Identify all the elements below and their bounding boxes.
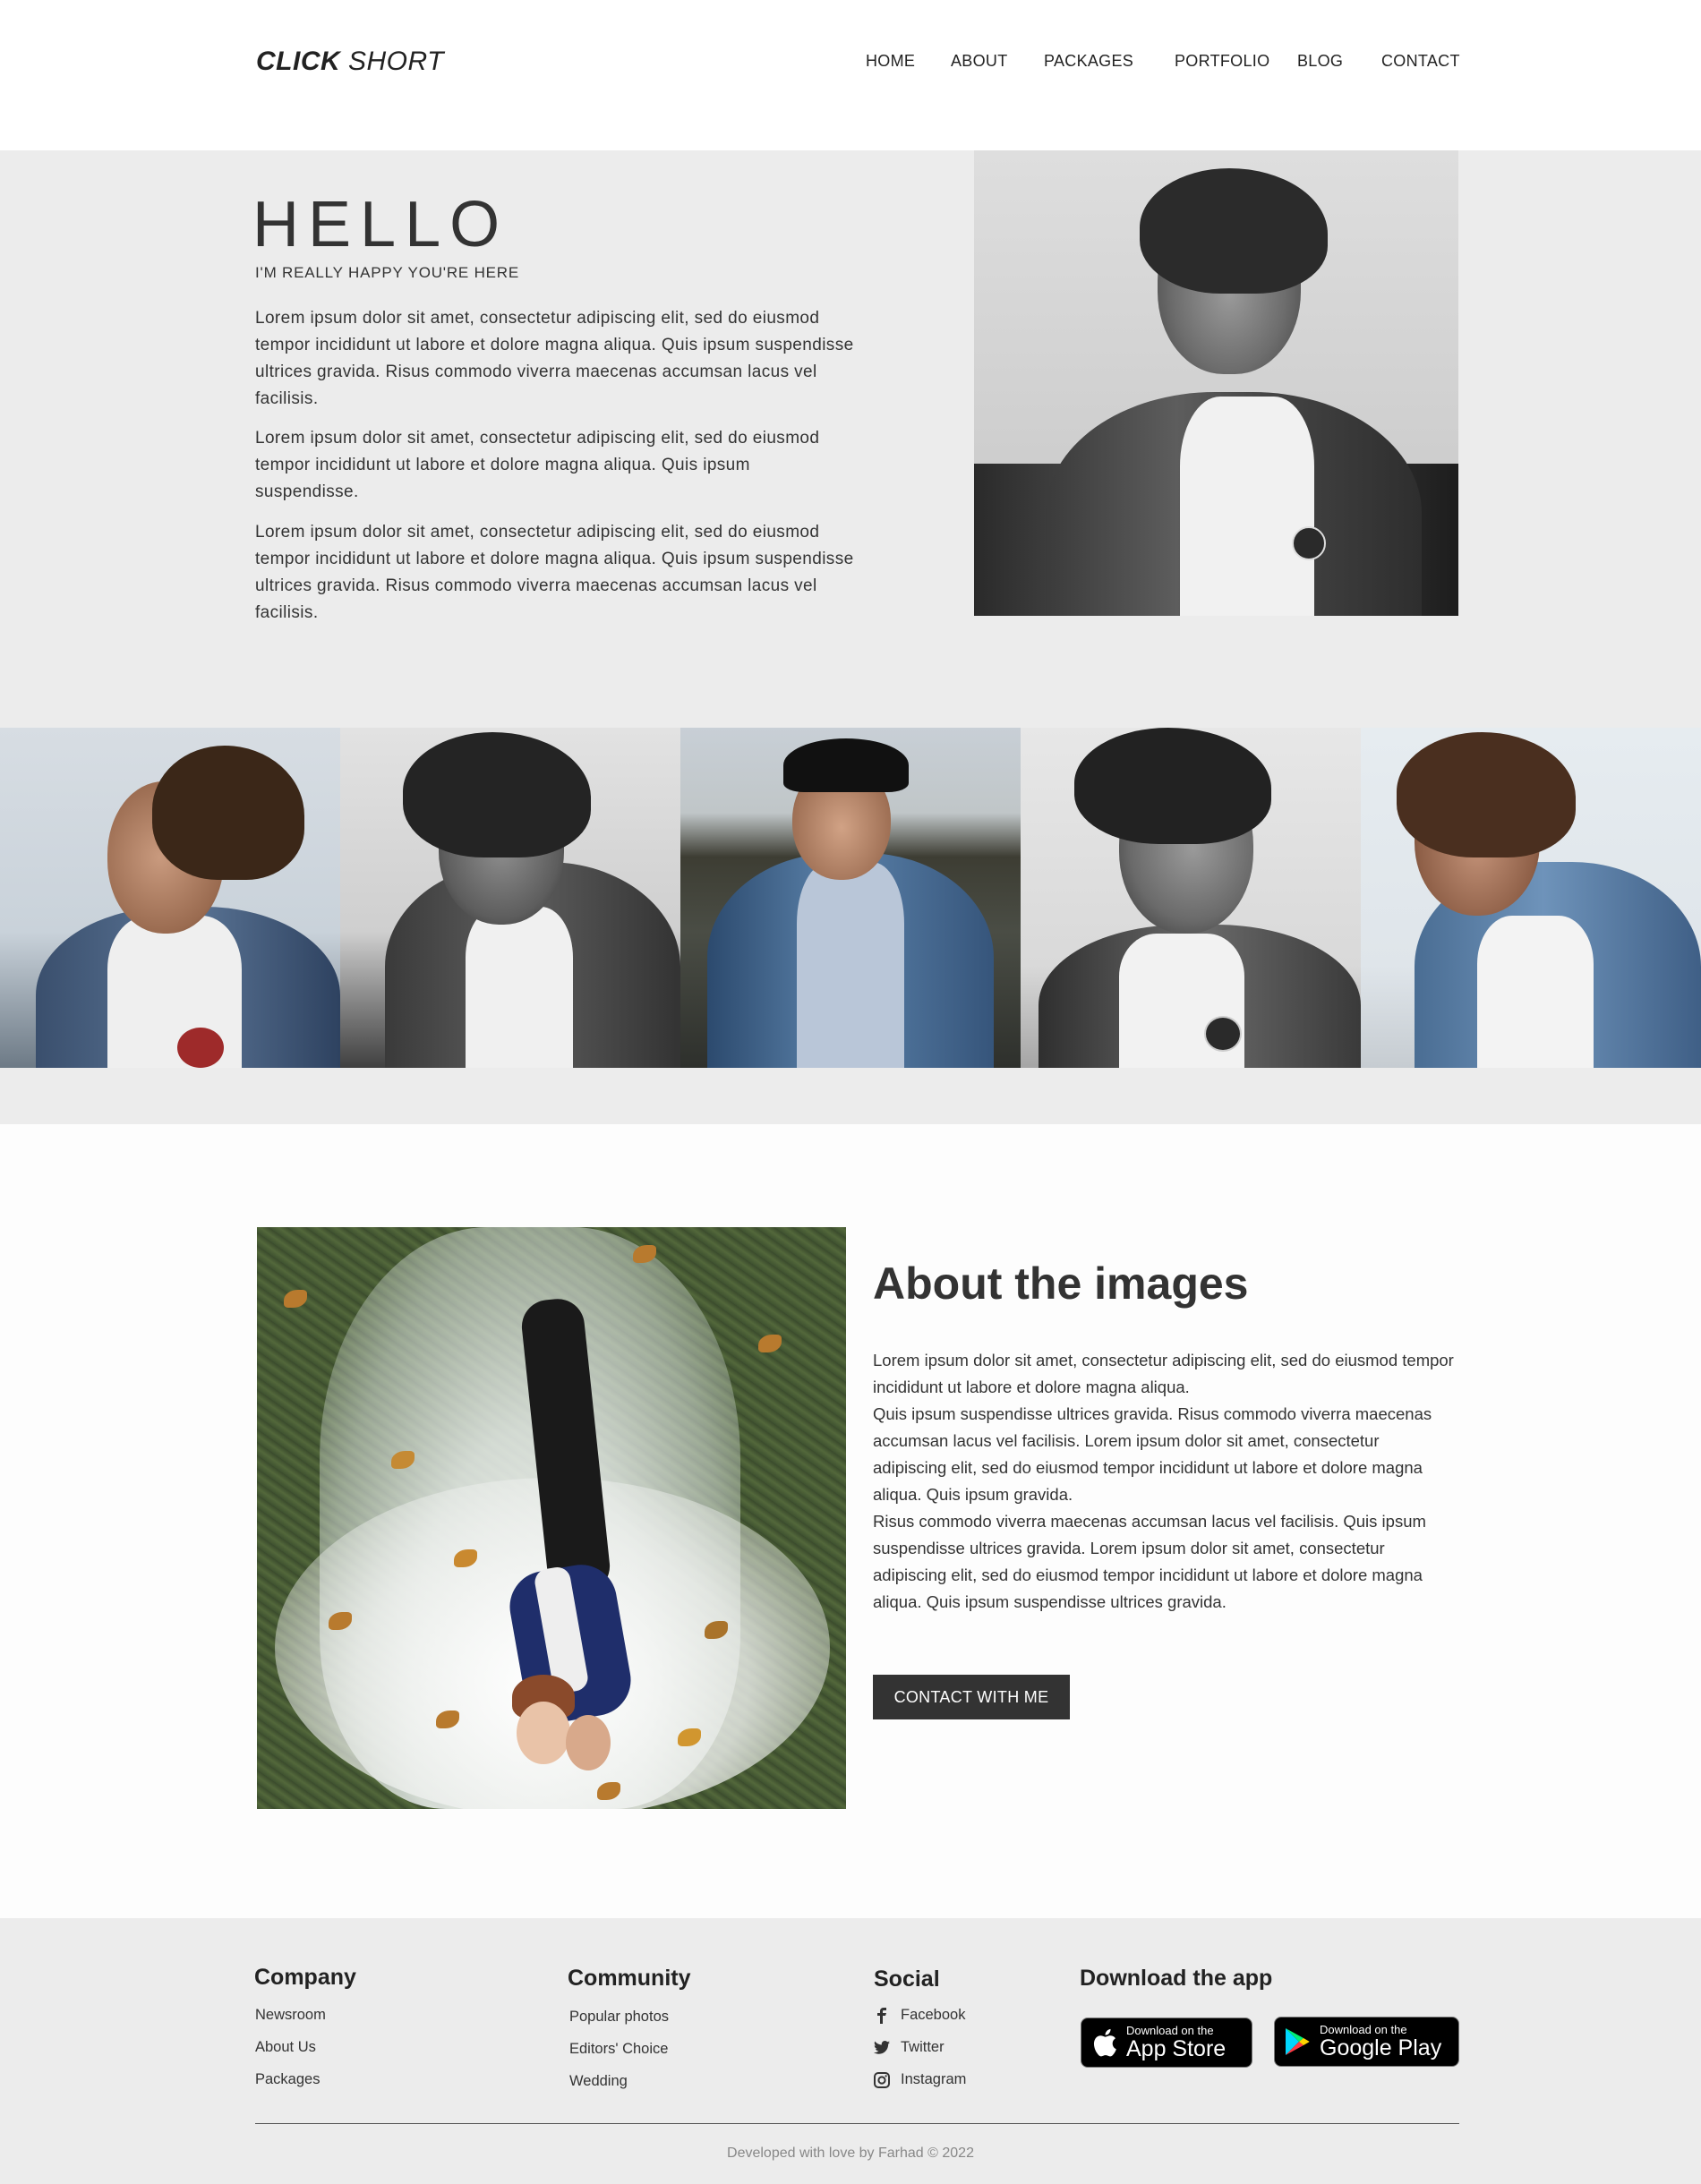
footer-link-newsroom[interactable]: Newsroom [255, 2007, 326, 2024]
hero-paragraph-1: Lorem ipsum dolor sit amet, consectetur … [255, 309, 854, 408]
hero-title: HELLO [252, 189, 509, 260]
footer-link-about-us[interactable]: About Us [255, 2039, 316, 2056]
app-store-big-text: App Store [1126, 2036, 1227, 2061]
hero-paragraph-3: Lorem ipsum dolor sit amet, consectetur … [255, 523, 854, 622]
footer-company-heading: Company [254, 1965, 356, 1990]
nav-blog[interactable]: BLOG [1297, 52, 1343, 71]
wedding-photo [257, 1227, 846, 1809]
footer-link-facebook[interactable]: Facebook [874, 2007, 965, 2024]
hero-portrait-photo [974, 150, 1458, 616]
nav-about[interactable]: ABOUT [951, 52, 1008, 71]
about-paragraph-2: Quis ipsum suspendisse ultrices gravida.… [873, 1404, 1432, 1504]
strip-photo-1[interactable] [0, 728, 340, 1068]
nav-contact[interactable]: CONTACT [1381, 52, 1460, 71]
photo-strip [0, 728, 1701, 1068]
apple-icon [1092, 2028, 1117, 2057]
about-paragraph-1: Lorem ipsum dolor sit amet, consectetur … [873, 1351, 1454, 1396]
footer-divider [255, 2123, 1459, 2124]
footer-link-editors-choice[interactable]: Editors' Choice [569, 2041, 668, 2058]
google-play-small-text: Download on the [1320, 2023, 1407, 2036]
footer-credit: Developed with love by Farhad © 2022 [727, 2146, 974, 2161]
instagram-label: Instagram [901, 2071, 967, 2087]
strip-photo-5[interactable] [1361, 728, 1701, 1068]
nav-portfolio[interactable]: PORTFOLIO [1175, 52, 1269, 71]
contact-button[interactable]: CONTACT WITH ME [873, 1675, 1070, 1719]
google-play-icon [1284, 2027, 1311, 2056]
app-store-button[interactable]: Download on the App Store [1081, 2018, 1252, 2068]
google-play-button[interactable]: Download on the Google Play [1274, 2017, 1459, 2067]
footer-app-heading: Download the app [1080, 1966, 1273, 1991]
nav-packages[interactable]: PACKAGES [1044, 52, 1133, 71]
footer-social-heading: Social [874, 1966, 940, 1992]
footer-link-popular-photos[interactable]: Popular photos [569, 2009, 669, 2026]
twitter-icon [874, 2040, 890, 2056]
about-title: About the images [873, 1258, 1249, 1309]
about-text: Lorem ipsum dolor sit amet, consectetur … [873, 1347, 1455, 1616]
site-header: CLICK SHORT HOME ABOUT PACKAGES PORTFOLI… [0, 0, 1701, 150]
site-logo[interactable]: CLICK SHORT [256, 47, 444, 77]
footer-link-wedding[interactable]: Wedding [569, 2073, 628, 2090]
instagram-icon [874, 2071, 890, 2088]
strip-photo-4[interactable] [1021, 728, 1361, 1068]
facebook-label: Facebook [901, 2007, 966, 2023]
logo-light-text: SHORT [348, 47, 444, 76]
footer-link-packages[interactable]: Packages [255, 2071, 320, 2088]
app-store-small-text: Download on the [1126, 2024, 1214, 2037]
strip-photo-3[interactable] [680, 728, 1021, 1068]
twitter-label: Twitter [901, 2039, 945, 2055]
footer-link-instagram[interactable]: Instagram [874, 2071, 966, 2088]
hero-subtitle: I'M REALLY HAPPY YOU'RE HERE [255, 264, 520, 281]
facebook-icon [874, 2007, 890, 2024]
google-play-big-text: Google Play [1320, 2035, 1442, 2060]
hero-paragraph-2: Lorem ipsum dolor sit amet, consectetur … [255, 429, 820, 501]
strip-photo-2[interactable] [340, 728, 680, 1068]
nav-home[interactable]: HOME [866, 52, 915, 71]
logo-bold-text: CLICK [256, 47, 341, 76]
about-paragraph-3: Risus commodo viverra maecenas accumsan … [873, 1512, 1426, 1611]
footer-link-twitter[interactable]: Twitter [874, 2039, 945, 2056]
footer-community-heading: Community [568, 1966, 691, 1991]
